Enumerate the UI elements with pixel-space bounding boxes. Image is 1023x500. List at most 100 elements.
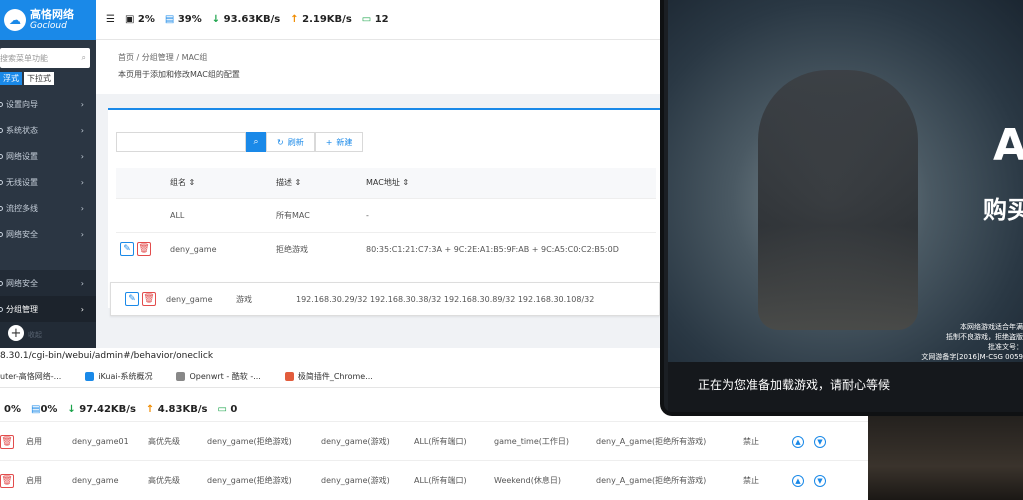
breadcrumb-home[interactable]: 首页	[118, 53, 134, 62]
bookmark-gocloud[interactable]: uter-高恪网络-...	[0, 371, 61, 382]
devices-value: 0	[230, 403, 238, 415]
add-label: 新建	[336, 137, 353, 147]
arrow-up-icon: ↑	[145, 403, 155, 415]
breadcrumb: 首页 / 分组管理 / MAC组	[118, 53, 208, 62]
page-description: 本页用于添加和修改MAC组的配置	[118, 70, 240, 79]
col-desc[interactable]: 描述 ⇕	[272, 168, 362, 198]
upload-value: 4.83KB/s	[157, 403, 208, 415]
move-down-icon[interactable]: ▼	[814, 435, 826, 448]
sidebar-item-label: 流控多线	[6, 203, 38, 213]
bookmark-openwrt[interactable]: Openwrt - 酷软 -...	[176, 371, 261, 382]
circle-icon	[0, 280, 3, 286]
cell-time: game_time(工作日)	[494, 437, 570, 446]
search-input[interactable]	[116, 132, 246, 152]
tab-float[interactable]: 浮式	[0, 72, 22, 85]
mem-stat: ▤ 39%	[165, 14, 202, 25]
cell-priority: 高优先级	[148, 476, 180, 485]
move-up-icon[interactable]: ▲	[792, 435, 804, 448]
sidebar-item-label: 设置向导	[6, 99, 38, 109]
sidebar-item-status[interactable]: 系统状态 ›	[0, 117, 96, 143]
sidebar-item-network[interactable]: 网络设置 ›	[0, 143, 96, 169]
sidebar-item-flow[interactable]: 流控多线 ›	[0, 195, 96, 221]
brand-logo[interactable]: ☁ 高恪网络 Gocloud	[0, 0, 96, 40]
sidebar-item-wireless[interactable]: 无线设置 ›	[0, 169, 96, 195]
mem-stat: ▤0%	[31, 404, 57, 415]
sidebar-item-label: 网络安全	[6, 278, 38, 288]
tab-dropdown[interactable]: 下拉式	[24, 72, 54, 85]
chevron-right-icon: ›	[80, 177, 84, 187]
chevron-right-icon: ›	[80, 151, 84, 161]
loading-message: 正在为您准备加载游戏，请耐心等候	[668, 362, 1023, 412]
cell-name: deny_game01	[72, 437, 129, 446]
edit-icon[interactable]: ✎	[120, 242, 134, 257]
ops-header	[116, 168, 166, 198]
plus-icon: +	[325, 137, 333, 147]
add-button[interactable]: + 新建	[314, 132, 364, 152]
bookmark-chrome-plugin[interactable]: 极简插件_Chrome...	[284, 371, 373, 382]
cpu-value: 0%	[4, 403, 21, 415]
col-name[interactable]: 组名 ⇕	[166, 168, 272, 198]
cell-name: deny_game	[166, 294, 213, 304]
delete-icon[interactable]: 🗑	[137, 242, 151, 257]
table-row: ✎ 🗑 deny_game 拒绝游戏 80:35:C1:21:C7:3A + 9C…	[116, 231, 656, 266]
sidebar-item-label: 分组管理	[6, 304, 38, 314]
menu-toggle-icon[interactable]: ☰	[106, 14, 115, 25]
circle-icon	[0, 231, 3, 237]
monitor-icon: ▭	[217, 403, 227, 415]
cell-app: deny_A_game(拒绝所有游戏)	[596, 437, 707, 446]
collapse-label: 收起	[28, 331, 42, 339]
sort-icon[interactable]: ⇕	[402, 178, 409, 187]
delete-icon[interactable]: 🗑	[0, 473, 14, 488]
address-bar[interactable]: 8.30.1/cgi-bin/webui/admin#/behavior/one…	[0, 348, 660, 366]
chevron-right-icon: ›	[80, 304, 84, 314]
bookmark-ikuai[interactable]: iKuai-系统概况	[85, 371, 152, 382]
arrow-down-icon: ↓	[211, 14, 221, 25]
bookmarks-bar: uter-高恪网络-... iKuai-系统概况 Openwrt - 酷软 -.…	[0, 366, 660, 388]
sidebar-item-wizard[interactable]: 设置向导 ›	[0, 91, 96, 117]
sidebar-item-security[interactable]: 网络安全 ›	[0, 270, 96, 296]
devices-stat: ▭ 0	[217, 404, 237, 415]
character-silhouette	[758, 70, 918, 330]
table-row: ALL 所有MAC -	[116, 197, 656, 232]
cpu-icon: ▣	[124, 14, 135, 25]
delete-icon[interactable]: 🗑	[142, 292, 156, 306]
col-mac[interactable]: MAC地址 ⇕	[362, 168, 656, 198]
status-bar: ☰ ▣ 2% ▤ 39% ↓ 93.63KB/s ↑ 2.19KB/s ▭ 12	[96, 0, 660, 40]
sidebar-item-group[interactable]: 分组管理 ›	[0, 296, 96, 322]
sidebar-item-label: 网络设置	[6, 151, 38, 161]
cell-name: deny_game	[166, 231, 272, 266]
chevron-right-icon: ›	[80, 203, 84, 213]
delete-icon[interactable]: 🗑	[0, 434, 14, 449]
circle-icon	[0, 306, 3, 312]
cell-status: 启用	[26, 476, 42, 485]
cpu-value: 2%	[137, 14, 155, 25]
cell-group: deny_game(拒绝游戏)	[207, 476, 292, 485]
cpu-stat: ▣ 2%	[125, 14, 155, 25]
chevron-right-icon: ›	[80, 99, 84, 109]
move-down-icon[interactable]: ▼	[814, 474, 826, 487]
circle-icon	[0, 179, 3, 185]
chevron-right-icon: ›	[80, 278, 84, 288]
search-icon[interactable]: ⌕	[82, 53, 86, 63]
sidebar-item-security[interactable]: 网络安全 ›	[0, 221, 96, 247]
cell-status: 启用	[26, 437, 42, 446]
cell-action: 禁止	[743, 437, 759, 446]
collapse-button[interactable]: +	[8, 325, 24, 341]
circle-icon	[0, 101, 3, 107]
refresh-button[interactable]: ↻ 刷新	[266, 132, 315, 152]
cell-time: Weekend(休息日)	[494, 476, 561, 485]
breadcrumb-group[interactable]: 分组管理	[142, 53, 174, 62]
circle-icon	[0, 127, 3, 133]
circle-icon	[0, 153, 3, 159]
sort-icon[interactable]: ⇕	[295, 178, 302, 187]
cell-name: ALL	[166, 197, 272, 232]
edit-icon[interactable]: ✎	[125, 292, 139, 306]
sort-icon[interactable]: ⇕	[189, 178, 196, 187]
move-up-icon[interactable]: ▲	[792, 474, 804, 487]
search-button[interactable]: ⌕	[246, 132, 266, 152]
chevron-right-icon: ›	[80, 229, 84, 239]
cell-ips: 192.168.30.29/32 192.168.30.38/32 192.16…	[296, 294, 595, 304]
upload-stat: ↑ 4.83KB/s	[146, 404, 208, 415]
cell-action: 禁止	[743, 476, 759, 485]
menu-search-input[interactable]: 搜索菜单功能 ⌕	[0, 48, 90, 68]
